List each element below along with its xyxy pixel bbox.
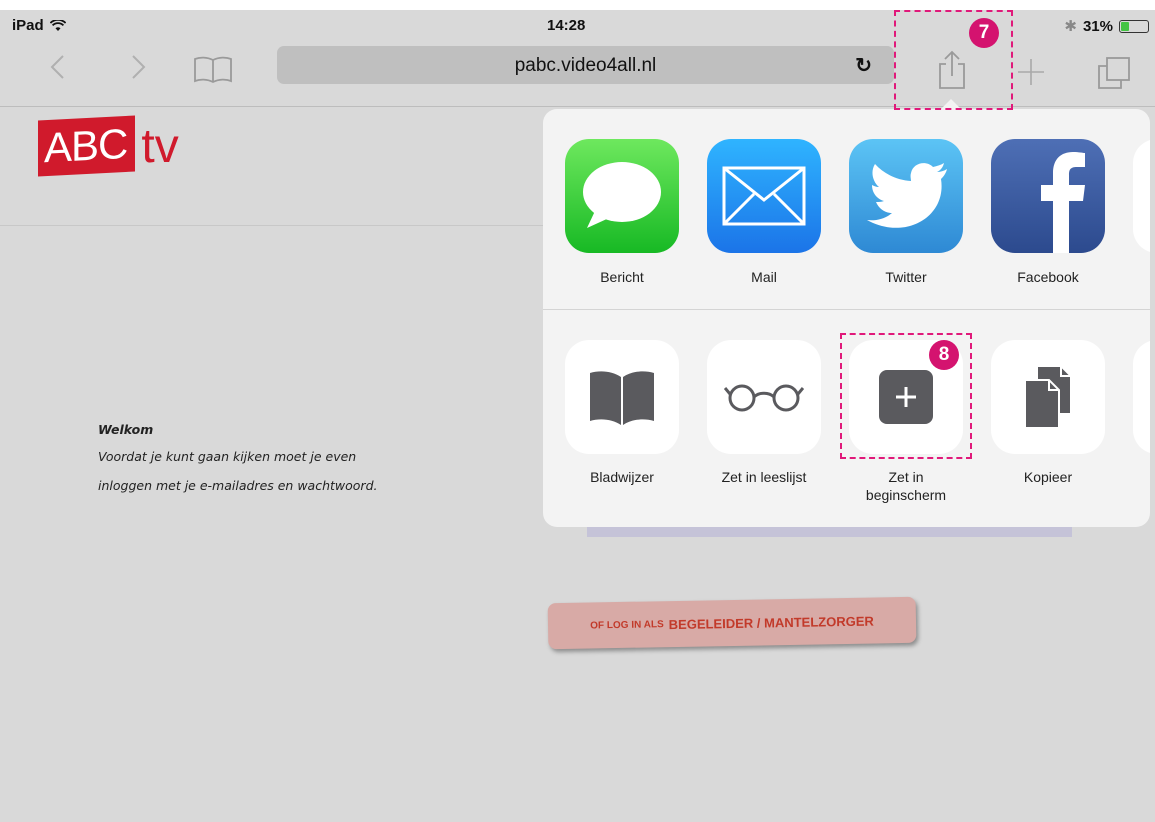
messages-app-button[interactable] — [565, 139, 679, 253]
welcome-line-2: inloggen met je e-mailadres en wachtwoor… — [98, 478, 378, 493]
bookmark-icon — [590, 371, 654, 425]
copy-action-button[interactable] — [991, 340, 1105, 454]
tabs-overview-icon[interactable] — [1096, 56, 1132, 90]
step-8-badge: 8 — [929, 340, 959, 370]
welcome-text: Welkom Voordat je kunt gaan kijken moet … — [98, 422, 377, 507]
abctv-logo: ABC tv — [38, 115, 179, 177]
app-label: Facebook — [1017, 269, 1079, 285]
bluetooth-icon: ✱ — [1064, 18, 1077, 35]
facebook-app-button[interactable] — [991, 139, 1105, 253]
status-time: 14:28 — [547, 17, 586, 34]
share-sheet-divider — [543, 309, 1150, 310]
more-actions-partial[interactable] — [1133, 340, 1150, 454]
twitter-icon — [867, 163, 947, 228]
wifi-icon — [49, 19, 66, 31]
forward-chevron-icon[interactable] — [128, 54, 148, 80]
action-label: Bladwijzer — [590, 469, 654, 485]
twitter-app-button[interactable] — [849, 139, 963, 253]
ipad-screen: iPad 14:28 ✱ 31% pabc.video4all.nl ↻ ABC… — [0, 10, 1155, 822]
login-caregiver-button[interactable]: OF LOG IN ALS BEGELEIDER / MANTELZORGER — [547, 596, 917, 650]
more-apps-partial[interactable] — [1133, 139, 1150, 253]
mail-app-button[interactable] — [707, 139, 821, 253]
welcome-title: Welkom — [98, 422, 154, 437]
new-tab-plus-icon[interactable] — [1017, 58, 1045, 86]
divider-line — [0, 225, 545, 226]
bookmark-action-button[interactable] — [565, 340, 679, 454]
reading-list-action-button[interactable] — [707, 340, 821, 454]
action-label: Zet in leeslijst — [721, 469, 807, 485]
device-name: iPad — [12, 17, 44, 34]
status-left: iPad — [12, 17, 66, 34]
url-text: pabc.video4all.nl — [514, 55, 657, 76]
back-chevron-icon[interactable] — [48, 54, 68, 80]
app-label: Twitter — [885, 269, 927, 285]
action-label: Zet in beginscherm — [865, 469, 947, 503]
facebook-icon — [1041, 152, 1085, 253]
battery-icon — [1119, 19, 1149, 33]
mail-icon — [722, 166, 806, 226]
reload-icon[interactable]: ↻ — [855, 53, 872, 78]
bookmarks-icon[interactable] — [192, 56, 234, 84]
battery-percent: 31% — [1082, 17, 1113, 35]
reading-list-icon — [724, 384, 804, 412]
app-label: Mail — [751, 269, 777, 285]
share-sheet: Bericht Mail Twitter Facebook Bladwijzer… — [543, 109, 1150, 527]
copy-icon — [1024, 365, 1072, 429]
app-label: Bericht — [600, 269, 644, 285]
step-7-badge: 7 — [969, 18, 999, 48]
welcome-line-1: Voordat je kunt gaan kijken moet je even — [98, 449, 357, 464]
status-right: ✱ 31% — [1064, 17, 1149, 35]
messages-icon — [583, 162, 661, 228]
address-bar[interactable]: pabc.video4all.nl ↻ — [277, 46, 894, 84]
action-label: Kopieer — [1023, 469, 1073, 485]
